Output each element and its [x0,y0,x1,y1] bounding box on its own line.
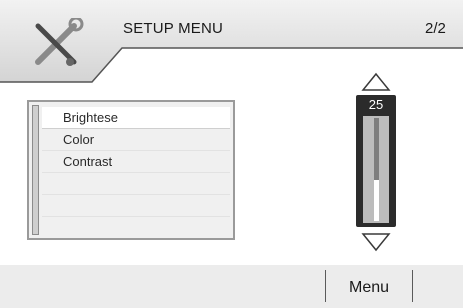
tools-icon [35,18,84,66]
slider-value: 25 [368,97,384,112]
arrow-down-icon[interactable] [361,232,391,252]
menu-item[interactable]: Contrast [42,151,230,173]
divider [412,270,413,302]
page-indicator: 2/2 [425,20,446,37]
arrow-up-icon[interactable] [361,72,391,92]
list-scrollbar[interactable] [32,105,39,235]
slider-fill [374,180,379,221]
setup-menu-screen: SETUP MENU 2/2 Brightese Color Contrast 25… [0,0,463,308]
menu-item[interactable]: Brightese [42,107,230,129]
menu-button[interactable]: Menu [327,274,411,302]
page-title: SETUP MENU [123,20,224,37]
menu-item[interactable]: Color [42,129,230,151]
menu-item[interactable] [42,173,230,195]
menu-item[interactable] [42,195,230,217]
divider [325,270,326,302]
